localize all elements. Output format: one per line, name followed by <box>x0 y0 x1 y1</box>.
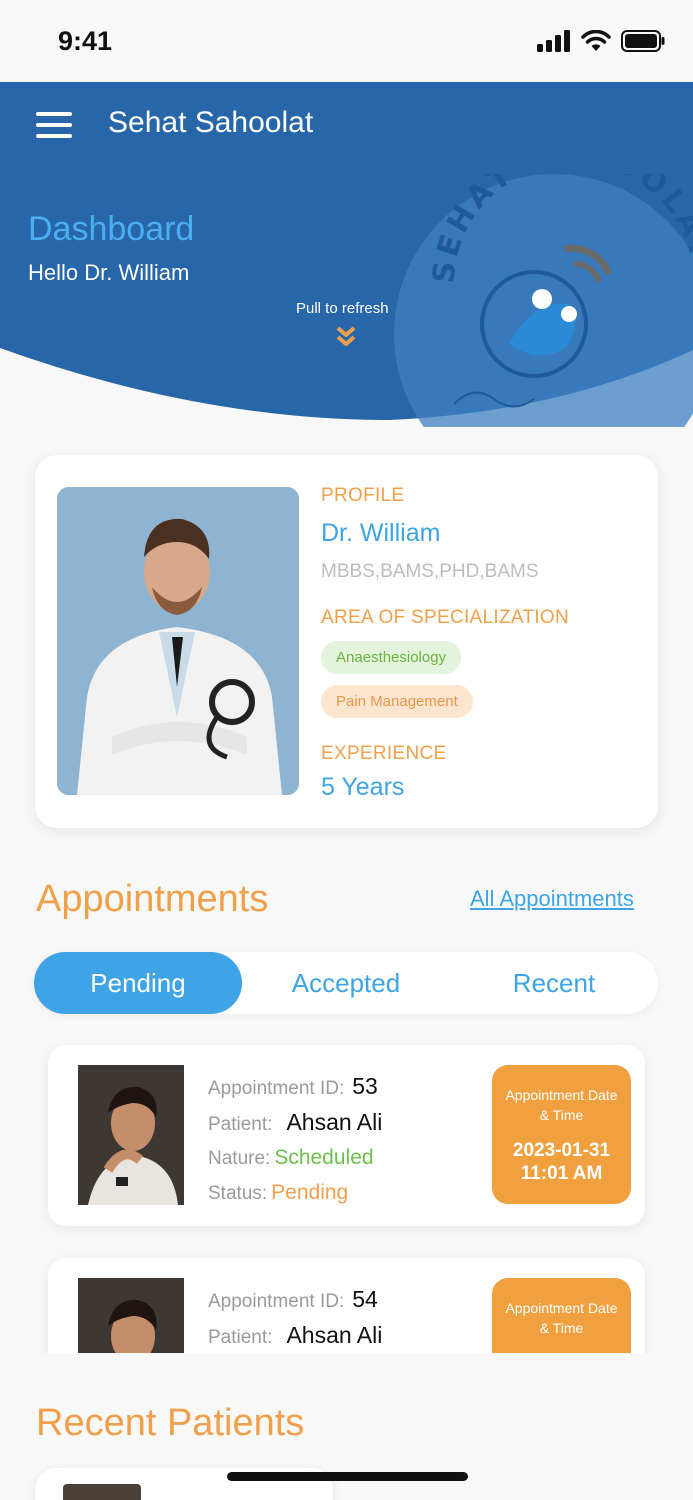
wifi-icon <box>581 30 611 51</box>
datetime-label: Appointment Date & Time <box>505 1300 618 1336</box>
doctor-qualifications: MBBS,BAMS,PHD,BAMS <box>321 561 539 582</box>
appointment-time: 11:01 AM <box>520 1163 603 1184</box>
doctor-photo <box>57 487 299 795</box>
experience-value: 5 Years <box>321 773 405 801</box>
appointment-tabs: Pending Accepted Recent <box>34 952 658 1014</box>
nature-label: Nature: <box>208 1148 271 1169</box>
appointment-id-value: 53 <box>352 1073 378 1099</box>
all-appointments-link[interactable]: All Appointments <box>470 886 634 912</box>
status-time: 9:41 <box>58 26 113 56</box>
profile-card: PROFILE Dr. William MBBS,BAMS,PHD,BAMS A… <box>35 455 658 828</box>
home-indicator[interactable] <box>227 1472 468 1481</box>
tab-accepted[interactable]: Accepted <box>242 952 450 1014</box>
nature-value: Scheduled <box>274 1146 374 1169</box>
appointment-id-label: Appointment ID: <box>208 1078 345 1099</box>
appointment-list: Appointment ID: 53 Patient: Ahsan Ali Natu… <box>0 1030 693 1353</box>
recent-patients-title: Recent Patients <box>36 1402 305 1444</box>
app-title: Sehat Sahoolat <box>108 106 314 139</box>
patient-row: Patient: Ahsan Ali <box>208 1109 382 1136</box>
tab-pending[interactable]: Pending <box>34 952 242 1014</box>
appointment-id-row: Appointment ID: 53 <box>208 1073 378 1100</box>
patient-photo <box>63 1484 141 1500</box>
tab-recent[interactable]: Recent <box>450 952 658 1014</box>
appointment-datetime-box: Appointment Date & Time 2023-01-31 11:01… <box>492 1065 631 1204</box>
doctor-name: Dr. William <box>321 519 441 547</box>
appointment-card[interactable]: Appointment ID: 54 Patient: Ahsan Ali Appo… <box>48 1258 645 1353</box>
dashboard-title: Dashboard <box>28 210 195 248</box>
appointment-id-value: 54 <box>352 1286 378 1312</box>
sehat-sahoolat-logo-watermark: SEHAT SAHOOLAT <box>394 136 693 427</box>
patient-row: Patient: Ahsan Ali <box>208 1322 382 1349</box>
profile-section-label: PROFILE <box>321 485 405 506</box>
patient-name: Ahsan Ali <box>286 1322 383 1348</box>
patient-label: Patient: <box>208 1327 273 1348</box>
status-label: Status: <box>208 1183 268 1204</box>
specialization-chip: Anaesthesiology <box>321 641 462 674</box>
experience-label: EXPERIENCE <box>321 743 447 764</box>
status-value: Pending <box>271 1181 349 1204</box>
appointment-id-row: Appointment ID: 54 <box>208 1286 378 1313</box>
appointment-id-label: Appointment ID: <box>208 1291 345 1312</box>
appointment-date: 2023-01-31 <box>512 1140 611 1161</box>
patient-name: Ahsan Ali <box>286 1109 383 1135</box>
datetime-label: Appointment Date & Time <box>505 1087 618 1123</box>
status-row: Status: Pending <box>208 1181 348 1205</box>
status-icons <box>537 30 665 52</box>
specialization-chip: Pain Management <box>321 685 473 718</box>
greeting-text: Hello Dr. William <box>28 260 190 285</box>
header-banner: SEHAT SAHOOLAT Sehat Sahoolat Dashboard … <box>0 82 693 427</box>
status-bar: 9:41 <box>0 0 693 82</box>
nature-row: Nature: Scheduled <box>208 1146 374 1170</box>
appointment-datetime-box: Appointment Date & Time <box>492 1278 631 1353</box>
patient-photo <box>78 1065 184 1205</box>
signal-icon <box>537 30 570 52</box>
appointment-card[interactable]: Appointment ID: 53 Patient: Ahsan Ali Natu… <box>48 1045 645 1226</box>
double-chevron-down-icon <box>336 326 356 346</box>
hamburger-menu-icon[interactable] <box>36 112 72 138</box>
patient-photo <box>78 1278 184 1353</box>
pull-to-refresh-label: Pull to refresh <box>296 300 389 317</box>
specialization-label: AREA OF SPECIALIZATION <box>321 607 570 628</box>
appointments-title: Appointments <box>36 878 269 920</box>
patient-label: Patient: <box>208 1114 273 1135</box>
battery-icon <box>621 30 665 52</box>
